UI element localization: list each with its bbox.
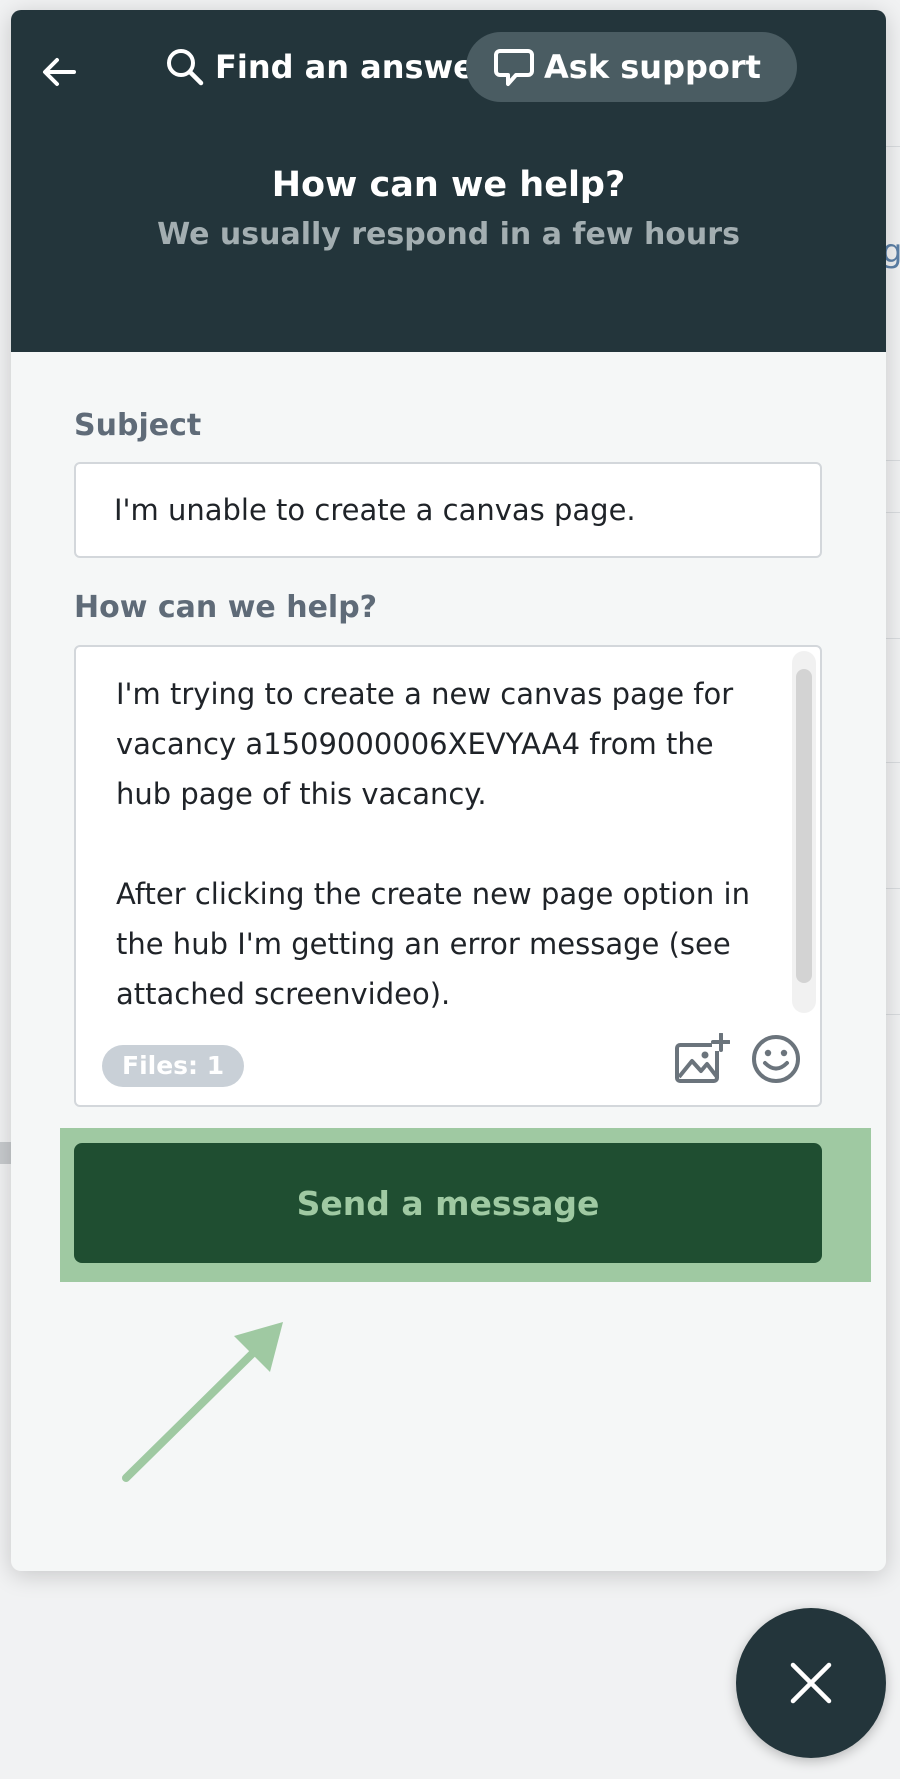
chat-bubble-icon	[494, 49, 534, 86]
subject-label: Subject	[74, 408, 202, 443]
send-message-button[interactable]: Send a message	[74, 1143, 822, 1263]
tab-find-answer-label: Find an answer	[215, 48, 491, 86]
tab-ask-support[interactable]: Ask support	[466, 32, 797, 102]
close-icon	[790, 1662, 832, 1704]
back-arrow-icon	[43, 58, 76, 86]
emoji-icon[interactable]	[750, 1033, 802, 1085]
message-scrollbar-thumb[interactable]	[796, 669, 812, 983]
message-scrollbar[interactable]	[792, 651, 816, 1013]
header-subtitle: We usually respond in a few hours	[157, 217, 740, 252]
subject-input[interactable]	[74, 462, 822, 558]
back-button[interactable]	[37, 50, 81, 94]
message-text[interactable]: I'm trying to create a new canvas page f…	[116, 669, 776, 1031]
message-textarea[interactable]: I'm trying to create a new canvas page f…	[74, 645, 822, 1107]
add-image-icon[interactable]	[674, 1033, 730, 1085]
header-title: How can we help?	[271, 165, 626, 205]
files-badge[interactable]: Files: 1	[102, 1045, 245, 1087]
support-widget: Find an answer Ask support How can we he…	[11, 10, 886, 1571]
widget-header: Find an answer Ask support How can we he…	[11, 10, 886, 352]
annotation-arrow-icon	[122, 1322, 283, 1482]
tab-ask-support-label: Ask support	[544, 48, 761, 86]
tab-find-answer[interactable]: Find an answer	[153, 32, 503, 102]
message-label: How can we help?	[74, 590, 378, 625]
close-widget-button[interactable]	[736, 1608, 886, 1758]
search-icon	[167, 49, 204, 86]
